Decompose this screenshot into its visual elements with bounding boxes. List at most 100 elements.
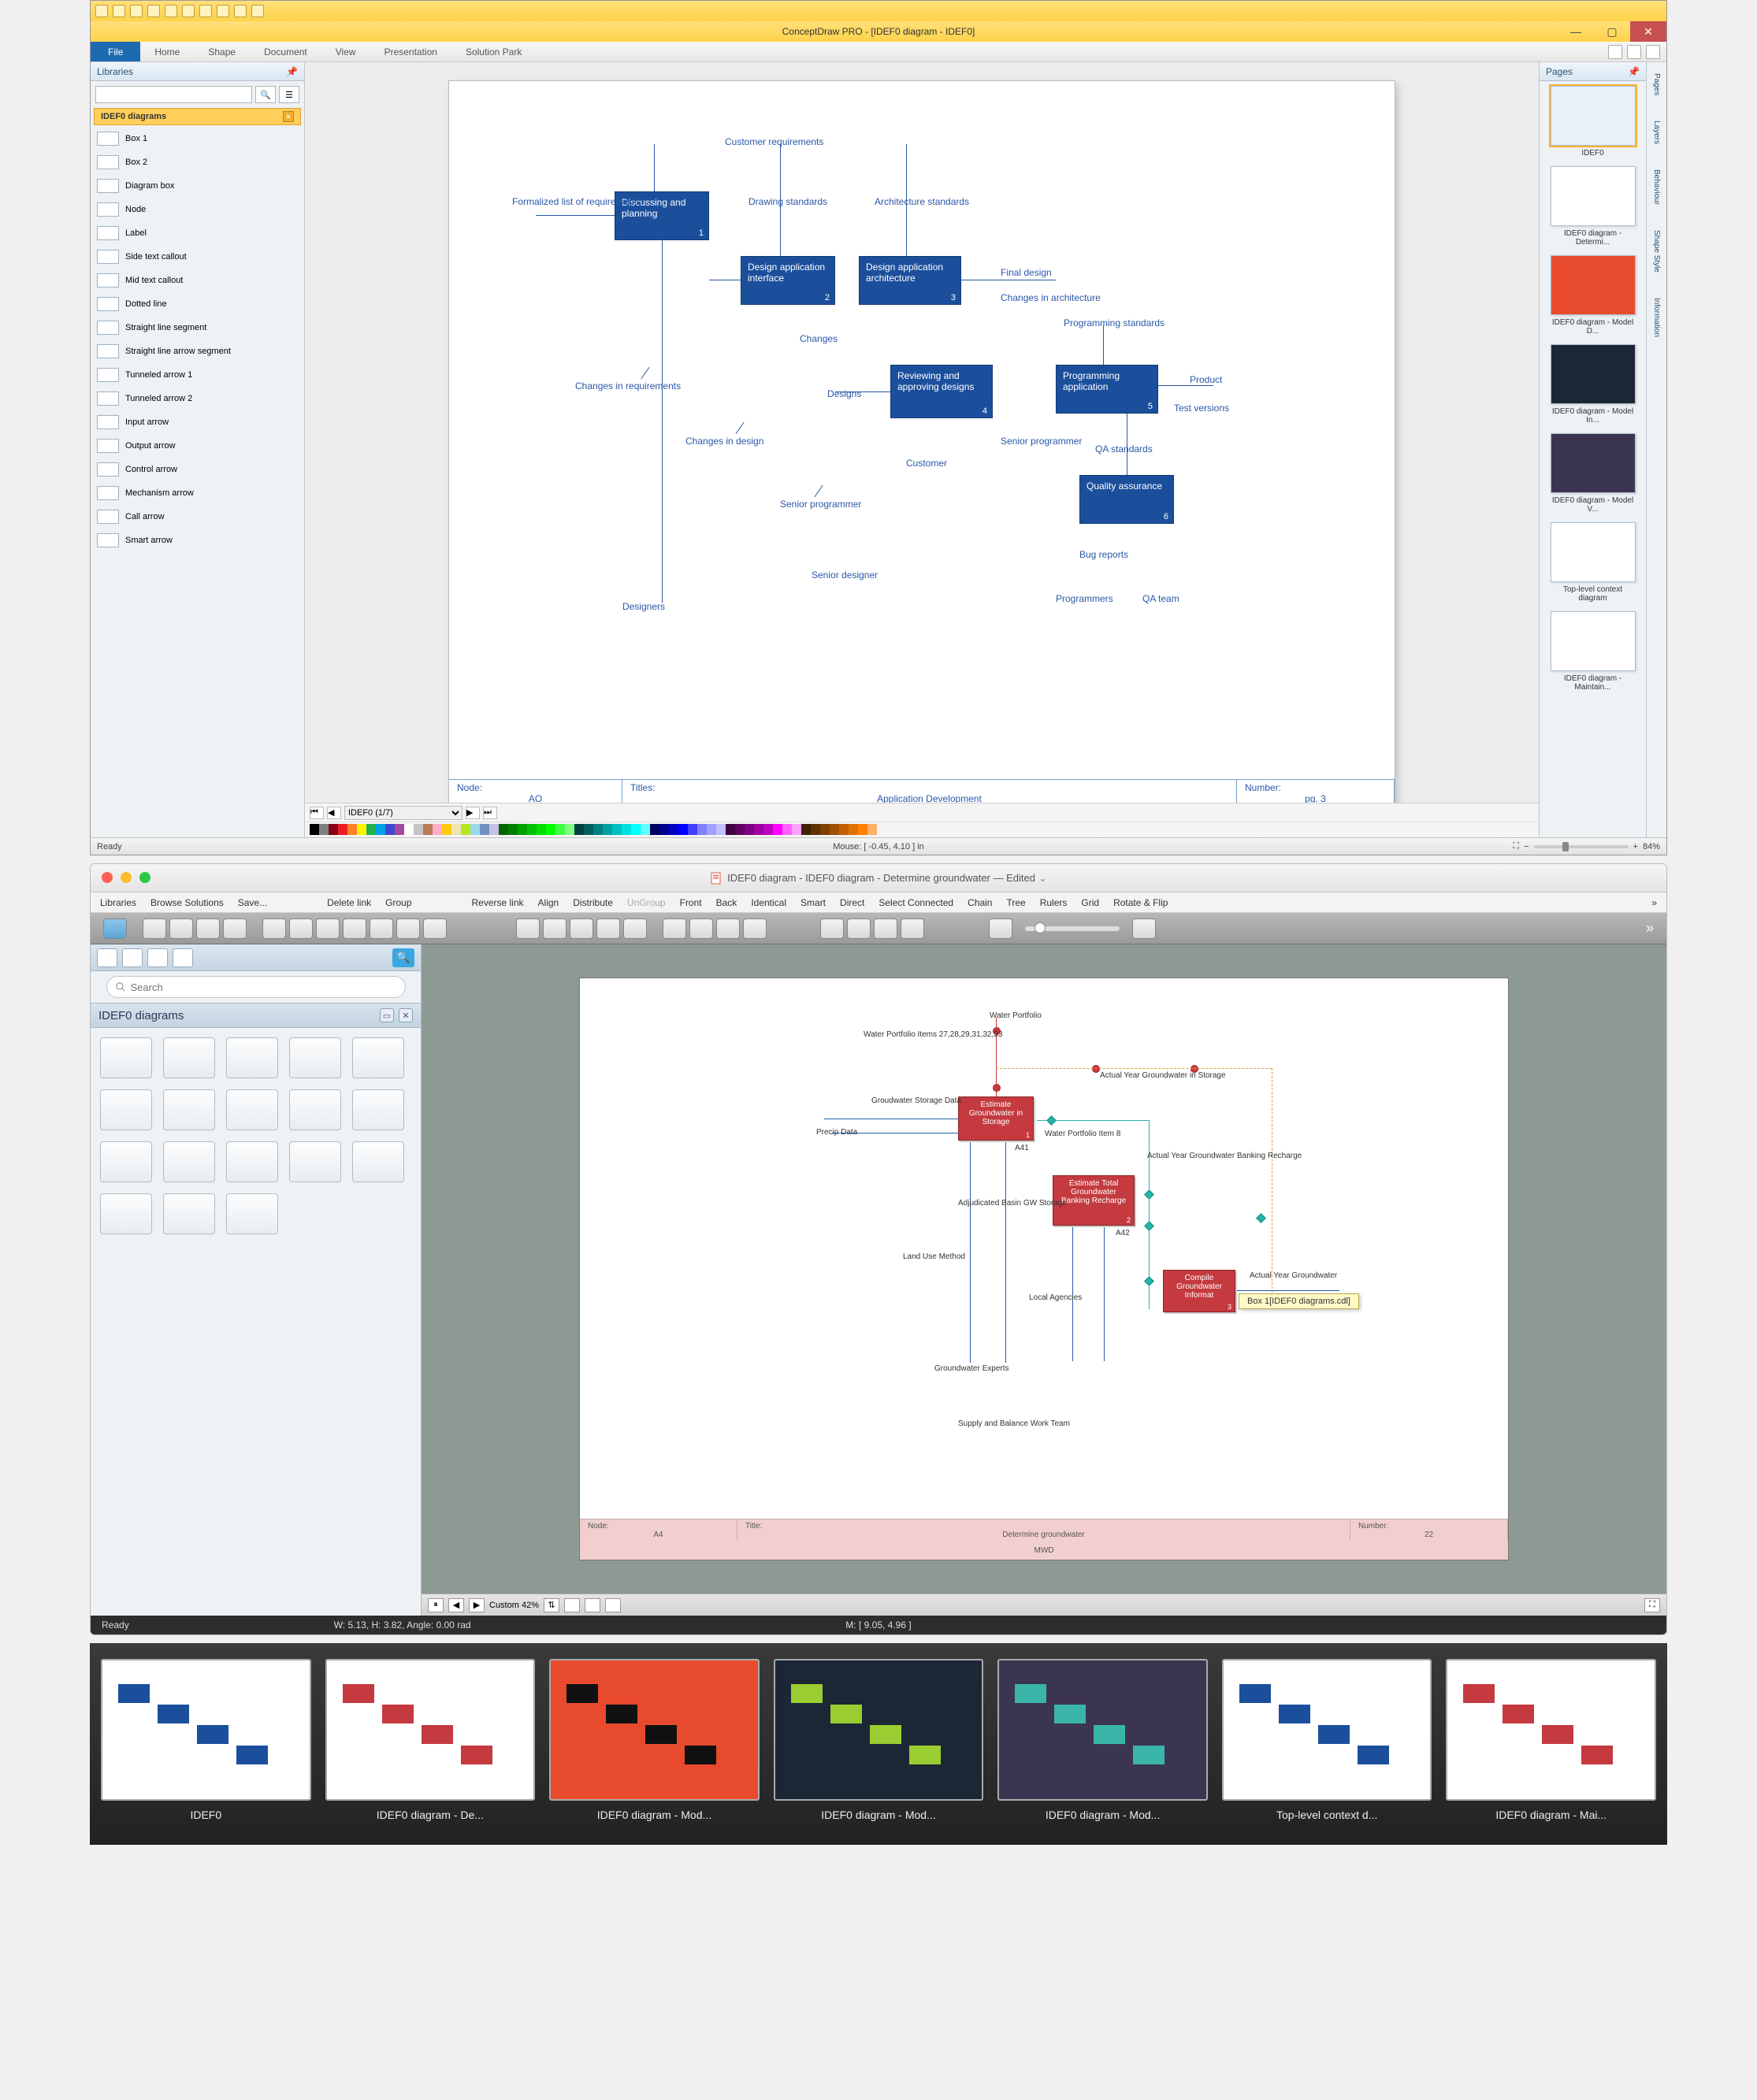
menu-item[interactable]: Chain (968, 897, 992, 908)
menu-item[interactable]: Back (716, 897, 737, 908)
activity-box[interactable]: Reviewing and approving designs4 (890, 365, 993, 418)
library-search-input[interactable] (106, 976, 406, 998)
color-swatch[interactable] (839, 824, 849, 835)
gallery-item[interactable]: IDEF0 diagram - Mod... (774, 1659, 984, 1821)
ribbon-tab[interactable]: Home (140, 42, 194, 61)
color-swatch[interactable] (801, 824, 811, 835)
library-category-header[interactable]: IDEF0 diagrams ▭✕ (91, 1003, 421, 1028)
overflow-icon[interactable]: » (1651, 897, 1657, 908)
zoom-in-button[interactable] (1132, 918, 1156, 939)
color-swatch[interactable] (499, 824, 508, 835)
menu-item[interactable]: Group (385, 897, 411, 908)
menu-item[interactable]: Tree (1006, 897, 1025, 908)
color-swatch[interactable] (707, 824, 716, 835)
qat-item[interactable] (113, 5, 125, 17)
library-shape[interactable] (100, 1037, 152, 1078)
library-category-header[interactable]: IDEF0 diagrams × (94, 108, 301, 125)
qat-item[interactable] (130, 5, 143, 17)
zoom-out-button[interactable] (989, 918, 1012, 939)
qat-item[interactable] (217, 5, 229, 17)
library-shape[interactable] (226, 1141, 278, 1182)
ribbon-file-tab[interactable]: File (91, 42, 140, 61)
ribbon-tab[interactable]: Presentation (370, 42, 451, 61)
color-swatch[interactable] (716, 824, 726, 835)
menu-item[interactable]: Grid (1081, 897, 1099, 908)
zoom-in-icon[interactable]: + (1633, 842, 1638, 852)
zoom-slider[interactable] (1025, 926, 1120, 931)
color-swatch[interactable] (763, 824, 773, 835)
ribbon-tool[interactable] (1608, 45, 1622, 59)
color-swatch[interactable] (659, 824, 669, 835)
qat-item[interactable] (182, 5, 195, 17)
page-thumbnail[interactable]: IDEF0 (1551, 86, 1636, 158)
gallery-item[interactable]: Top-level context d... (1222, 1659, 1432, 1821)
library-item[interactable]: Call arrow (94, 505, 301, 529)
library-shape[interactable] (352, 1037, 404, 1078)
color-swatch[interactable] (678, 824, 688, 835)
qat-item[interactable] (199, 5, 212, 17)
color-swatch[interactable] (697, 824, 707, 835)
color-swatch[interactable] (357, 824, 366, 835)
canvas-scroll[interactable]: Node:AO Titles:Application Development N… (305, 62, 1539, 803)
color-swatch[interactable] (867, 824, 877, 835)
color-swatch[interactable] (338, 824, 347, 835)
library-item[interactable]: Side text callout (94, 245, 301, 269)
gallery-item[interactable]: IDEF0 diagram - De... (325, 1659, 536, 1821)
library-shape[interactable] (163, 1141, 215, 1182)
gallery-item[interactable]: IDEF0 diagram - Mod... (549, 1659, 760, 1821)
lib-view-button[interactable] (122, 948, 143, 967)
lib-view-button[interactable] (147, 948, 168, 967)
library-item[interactable]: Box 1 (94, 127, 301, 150)
color-swatch[interactable] (442, 824, 451, 835)
connector-tool[interactable] (262, 918, 286, 939)
library-item[interactable]: Tunneled arrow 2 (94, 387, 301, 410)
view-mode[interactable] (564, 1598, 580, 1612)
view-mode[interactable] (605, 1598, 621, 1612)
collapse-icon[interactable]: ▭ (380, 1008, 394, 1022)
color-swatch[interactable] (612, 824, 622, 835)
menu-item[interactable]: Smart (800, 897, 826, 908)
library-item[interactable]: Input arrow (94, 410, 301, 434)
library-shape[interactable] (226, 1089, 278, 1130)
color-swatch[interactable] (858, 824, 867, 835)
library-item[interactable]: Straight line segment (94, 316, 301, 339)
menu-item[interactable]: Save... (238, 897, 267, 908)
zoom-out-icon[interactable]: − (1524, 842, 1529, 852)
view-mode[interactable] (585, 1598, 600, 1612)
menu-item[interactable]: Distribute (573, 897, 613, 908)
tab-next[interactable]: ▶ (469, 1598, 485, 1612)
minimize-button[interactable] (121, 872, 132, 883)
library-shape[interactable] (289, 1037, 341, 1078)
color-swatch[interactable] (546, 824, 555, 835)
zoom-slider[interactable] (1534, 845, 1629, 848)
tab-nav-first[interactable]: ⏮ (310, 807, 324, 819)
gallery-item[interactable]: IDEF0 diagram - Mod... (997, 1659, 1208, 1821)
ribbon-tab[interactable]: Document (250, 42, 321, 61)
eyedropper-tool[interactable] (901, 918, 924, 939)
color-swatch[interactable] (726, 824, 735, 835)
library-shape[interactable] (226, 1037, 278, 1078)
zoom-fit-icon[interactable]: ⛶ (1513, 841, 1519, 852)
lib-view-button[interactable] (173, 948, 193, 967)
arrow-style[interactable] (516, 918, 540, 939)
activity-box[interactable]: Quality assurance6 (1079, 475, 1174, 524)
page-thumbnail[interactable]: Top-level context diagram (1551, 522, 1636, 603)
color-swatch[interactable] (518, 824, 527, 835)
tab-nav-prev[interactable]: ◀ (327, 807, 341, 819)
pointer-tool[interactable] (103, 918, 127, 939)
library-item[interactable]: Tunneled arrow 1 (94, 363, 301, 387)
library-shape[interactable] (163, 1037, 215, 1078)
color-swatch[interactable] (385, 824, 395, 835)
library-shape[interactable] (289, 1141, 341, 1182)
menu-item[interactable]: Rulers (1040, 897, 1068, 908)
color-swatch[interactable] (366, 824, 376, 835)
qat-item[interactable] (165, 5, 177, 17)
color-swatch[interactable] (849, 824, 858, 835)
close-button[interactable]: ✕ (1630, 21, 1666, 42)
color-swatch[interactable] (773, 824, 782, 835)
pin-icon[interactable]: 📌 (1628, 66, 1640, 77)
color-swatch[interactable] (650, 824, 659, 835)
connector-tool[interactable] (343, 918, 366, 939)
library-item[interactable]: Dotted line (94, 292, 301, 316)
color-swatch[interactable] (584, 824, 593, 835)
